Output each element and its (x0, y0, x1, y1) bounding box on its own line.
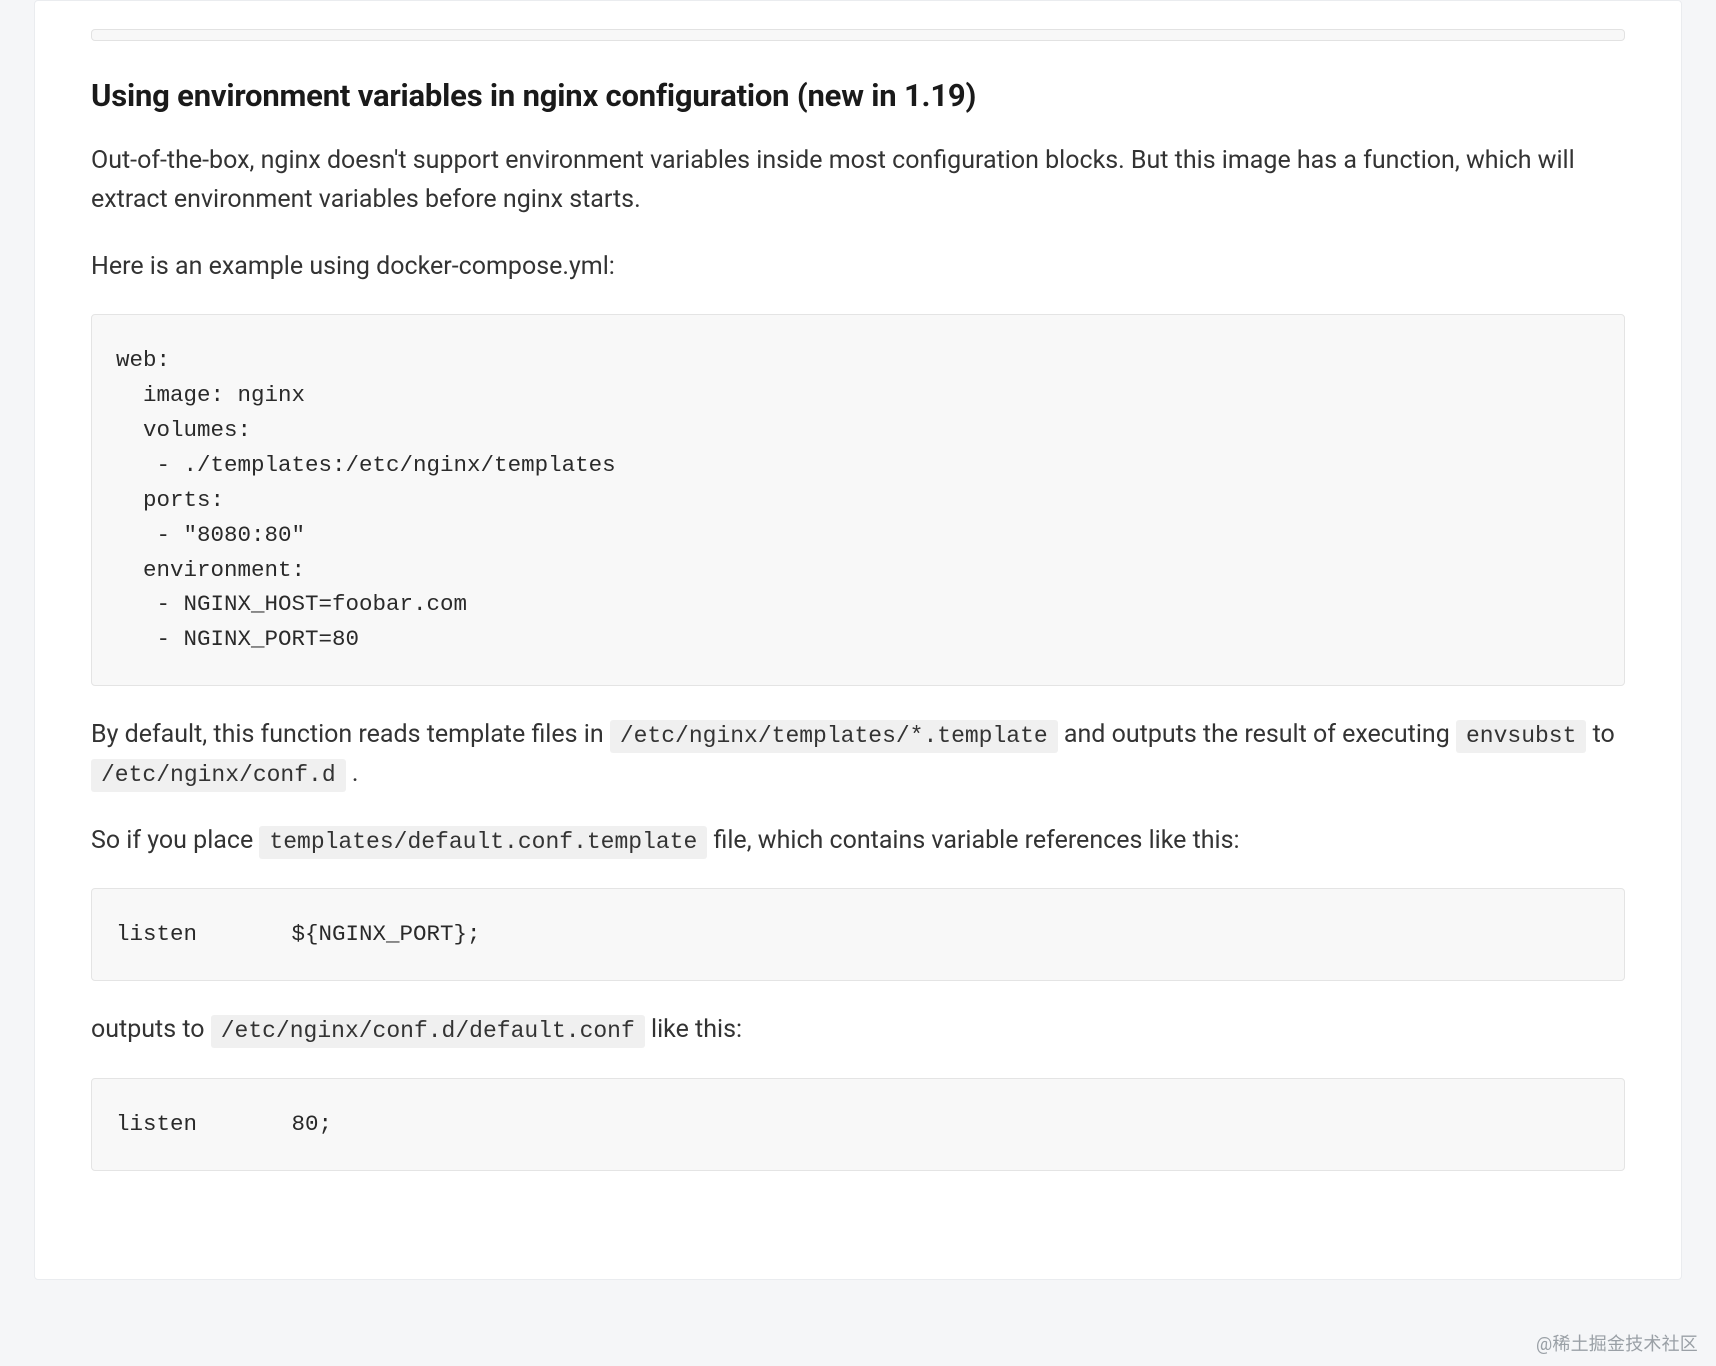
text: to (1593, 720, 1615, 749)
text: So if you place (91, 826, 259, 855)
code-inline-template-path: templates/default.conf.template (259, 826, 707, 859)
code-inline-confd: /etc/nginx/conf.d (91, 759, 346, 792)
text: . (352, 759, 359, 788)
codeblock-listen-var: listen ${NGINX_PORT}; (91, 888, 1625, 981)
prev-codeblock-tail (91, 29, 1625, 41)
paragraph-1: Out-of-the-box, nginx doesn't support en… (91, 142, 1625, 220)
text: file, which contains variable references… (714, 826, 1240, 855)
section-heading: Using environment variables in nginx con… (91, 77, 1625, 114)
text: By default, this function reads template… (91, 720, 610, 749)
codeblock-compose: web: image: nginx volumes: - ./templates… (91, 314, 1625, 686)
text: outputs to (91, 1015, 211, 1044)
code-inline-default-conf: /etc/nginx/conf.d/default.conf (211, 1015, 645, 1048)
watermark: @稀土掘金技术社区 (1536, 1330, 1698, 1356)
code-inline-templates-glob: /etc/nginx/templates/*.template (610, 720, 1058, 753)
paragraph-5: outputs to /etc/nginx/conf.d/default.con… (91, 1011, 1625, 1050)
text: like this: (651, 1015, 742, 1044)
text: and outputs the result of executing (1064, 720, 1456, 749)
codeblock-listen-out: listen 80; (91, 1078, 1625, 1171)
paragraph-4: So if you place templates/default.conf.t… (91, 822, 1625, 861)
code-inline-envsubst: envsubst (1456, 720, 1586, 753)
doc-card: Using environment variables in nginx con… (34, 0, 1682, 1280)
paragraph-3: By default, this function reads template… (91, 716, 1625, 794)
paragraph-2: Here is an example using docker-compose.… (91, 248, 1625, 287)
